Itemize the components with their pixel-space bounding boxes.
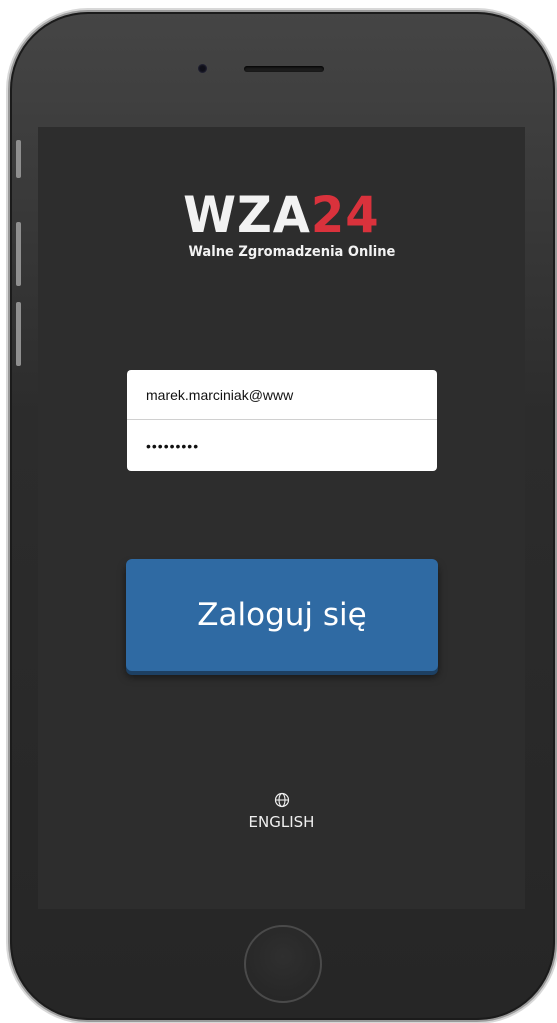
password-field[interactable]: ••••••••• [127, 421, 437, 471]
login-button[interactable]: Zaloguj się [126, 559, 438, 671]
logo-tagline: Walne Zgromadzenia Online [188, 244, 395, 260]
mute-switch [16, 140, 21, 178]
language-switch[interactable]: ENGLISH [38, 792, 525, 831]
home-button[interactable] [244, 925, 322, 1003]
logo-24-text: 24 [311, 186, 380, 244]
volume-up-button [16, 222, 21, 286]
logo-wza-text: WZA [183, 186, 312, 244]
email-field[interactable]: marek.marciniak@www [127, 370, 437, 420]
globe-icon [274, 792, 289, 808]
volume-down-button [16, 302, 21, 366]
logo-wordmark: WZA24 [183, 187, 380, 243]
language-label: ENGLISH [248, 813, 315, 831]
front-camera [198, 64, 207, 73]
earpiece-speaker [244, 66, 324, 72]
login-form: marek.marciniak@www ••••••••• [127, 370, 437, 471]
app-screen: WZA24 Walne Zgromadzenia Online marek.ma… [38, 127, 525, 909]
app-logo: WZA24 Walne Zgromadzenia Online [38, 187, 525, 261]
